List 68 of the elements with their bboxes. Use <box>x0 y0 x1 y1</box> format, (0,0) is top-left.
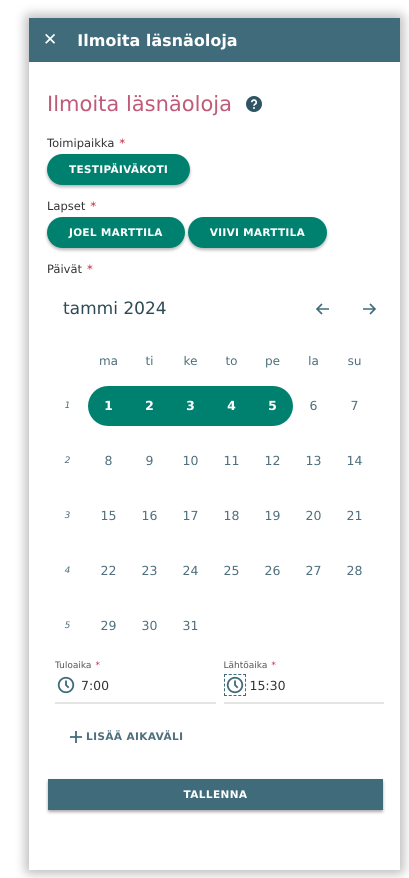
calendar-day[interactable]: 18 <box>211 496 252 536</box>
time-field[interactable]: 15:30 <box>224 674 384 704</box>
clock-icon[interactable] <box>224 674 246 696</box>
calendar-day[interactable]: 16 <box>129 496 170 536</box>
time-label: Tuloaika <box>55 661 92 671</box>
weekday-label: su <box>346 353 362 370</box>
chip[interactable]: JOEL MARTTILA <box>47 217 185 248</box>
calendar-day[interactable]: 29 <box>88 606 129 646</box>
required-mark: * <box>90 199 96 213</box>
week-number: 4 <box>64 564 72 578</box>
calendar-day[interactable]: 5 <box>252 386 293 426</box>
required-mark: * <box>119 136 126 150</box>
calendar-day[interactable]: 31 <box>170 606 211 646</box>
time-label: Lähtöaika <box>224 661 268 671</box>
header-title: Ilmoita läsnäoloja <box>77 30 238 50</box>
add-time-range-button[interactable]: LISÄÄ AIKAVÄLI <box>65 726 188 748</box>
calendar-day[interactable]: 4 <box>211 386 252 426</box>
calendar-day[interactable]: 26 <box>252 550 293 590</box>
calendar-day[interactable]: 19 <box>252 496 293 536</box>
month-title: tammi 2024 <box>63 299 168 319</box>
calendar-day[interactable]: 17 <box>170 496 211 536</box>
calendar-day[interactable]: 23 <box>129 550 170 590</box>
weekday-label: ti <box>144 353 155 370</box>
field-label: Päivät <box>47 262 82 276</box>
chip[interactable]: TESTIPÄIVÄKOTI <box>47 154 190 185</box>
calendar-day[interactable]: 28 <box>334 550 375 590</box>
calendar-day[interactable]: 20 <box>293 496 334 536</box>
calendar-day[interactable]: 8 <box>88 440 129 480</box>
calendar-day[interactable]: 1 <box>88 386 129 426</box>
weekday-label: ma <box>98 353 120 370</box>
calendar-day[interactable]: 9 <box>129 440 170 480</box>
calendar-day[interactable]: 6 <box>293 386 334 426</box>
week-number: 3 <box>64 510 72 522</box>
calendar-day[interactable]: 15 <box>88 496 129 536</box>
weekday-label: pe <box>264 353 281 370</box>
calendar-day[interactable]: 11 <box>211 440 252 480</box>
field-label: Toimipaikka <box>47 136 114 150</box>
calendar-day[interactable]: 24 <box>170 550 211 590</box>
calendar-day[interactable]: 7 <box>334 386 375 426</box>
calendar-day[interactable]: 30 <box>129 606 170 646</box>
plus-icon <box>69 730 83 744</box>
calendar-day[interactable]: 10 <box>170 440 211 480</box>
week-number: 1 <box>64 400 72 412</box>
week-number: 5 <box>64 620 72 632</box>
weekday-label: ke <box>182 353 198 370</box>
time-field[interactable]: 7:00 <box>55 674 216 704</box>
chip[interactable]: VIIVI MARTTILA <box>188 217 328 248</box>
calendar-day[interactable]: 3 <box>170 386 211 426</box>
calendar-day[interactable]: 21 <box>334 496 375 536</box>
clock-icon[interactable] <box>55 674 77 696</box>
required-mark: * <box>271 661 276 671</box>
field-label: Lapset <box>47 199 86 213</box>
calendar-day[interactable]: 25 <box>211 550 252 590</box>
weekday-label: to <box>224 353 239 370</box>
week-number: 2 <box>64 454 72 468</box>
help-icon[interactable] <box>246 96 262 112</box>
calendar-day[interactable]: 22 <box>88 550 129 590</box>
save-button[interactable]: TALLENNA <box>48 779 383 810</box>
weekday-label: la <box>307 353 320 370</box>
required-mark: * <box>87 262 93 276</box>
close-button[interactable]: ✕ <box>43 30 58 50</box>
calendar-day[interactable]: 12 <box>252 440 293 480</box>
calendar-day[interactable]: 14 <box>334 440 375 480</box>
calendar-day[interactable]: 13 <box>293 440 334 480</box>
calendar-day[interactable]: 27 <box>293 550 334 590</box>
calendar-day[interactable]: 2 <box>129 386 170 426</box>
page-title: Ilmoita läsnäoloja <box>47 92 232 116</box>
required-mark: * <box>95 661 100 671</box>
